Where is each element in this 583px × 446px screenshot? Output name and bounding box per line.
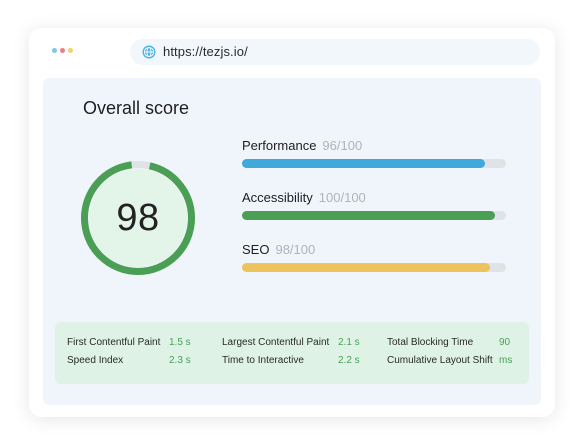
stat-label: Time to Interactive xyxy=(222,355,304,366)
stat-label: Speed Index xyxy=(67,355,124,366)
address-url[interactable]: https://tezjs.io/ xyxy=(163,44,248,59)
metric-bar-track xyxy=(242,211,506,220)
metric-bar-fill xyxy=(242,159,486,168)
metric-label: Accessibility xyxy=(242,190,313,205)
window-dot-blue[interactable] xyxy=(52,48,57,53)
stat-value: 1.5 s xyxy=(169,337,191,348)
stat-value: 2.3 s xyxy=(169,355,191,366)
address-bar[interactable]: https://tezjs.io/ xyxy=(130,39,540,65)
stat-label: Total Blocking Time xyxy=(387,337,474,348)
overall-score-title: Overall score xyxy=(83,98,190,118)
report-panel: Overall score 98 Performance 96/100 Acces… xyxy=(43,78,541,405)
stat-label: Cumulative Layout Shift xyxy=(387,355,493,366)
metric-bar-track xyxy=(242,263,506,272)
stat-value: 2.2 s xyxy=(338,355,360,366)
metric-label: SEO xyxy=(242,242,270,257)
metric-accessibility: Accessibility 100/100 xyxy=(242,189,507,220)
window-dot-yellow[interactable] xyxy=(68,48,73,53)
stat-value: 90 xyxy=(499,337,511,348)
window-dot-red[interactable] xyxy=(60,48,65,53)
stat-label: Largest Contentful Paint xyxy=(222,337,330,348)
browser-window: https://tezjs.io/ Overall score 98 Perfo… xyxy=(29,28,555,417)
metric-score: 98/100 xyxy=(275,242,316,257)
overall-score-value: 98 xyxy=(116,196,160,239)
metric-bar-fill xyxy=(242,211,496,220)
metric-score: 96/100 xyxy=(322,138,363,153)
stat-label: First Contentful Paint xyxy=(67,337,161,348)
globe-icon xyxy=(142,45,156,59)
stat-value: 2.1 s xyxy=(338,337,360,348)
window-controls xyxy=(52,48,73,53)
performance-stats: First Contentful Paint 1.5 s Largest Con… xyxy=(55,322,529,384)
metric-score: 100/100 xyxy=(318,190,366,205)
metric-bar-fill xyxy=(242,263,491,272)
metric-seo: SEO 98/100 xyxy=(242,241,507,272)
metric-label: Performance xyxy=(242,138,317,153)
metric-performance: Performance 96/100 xyxy=(242,137,507,168)
stat-value: ms xyxy=(499,355,513,366)
metric-bar-track xyxy=(242,159,506,168)
